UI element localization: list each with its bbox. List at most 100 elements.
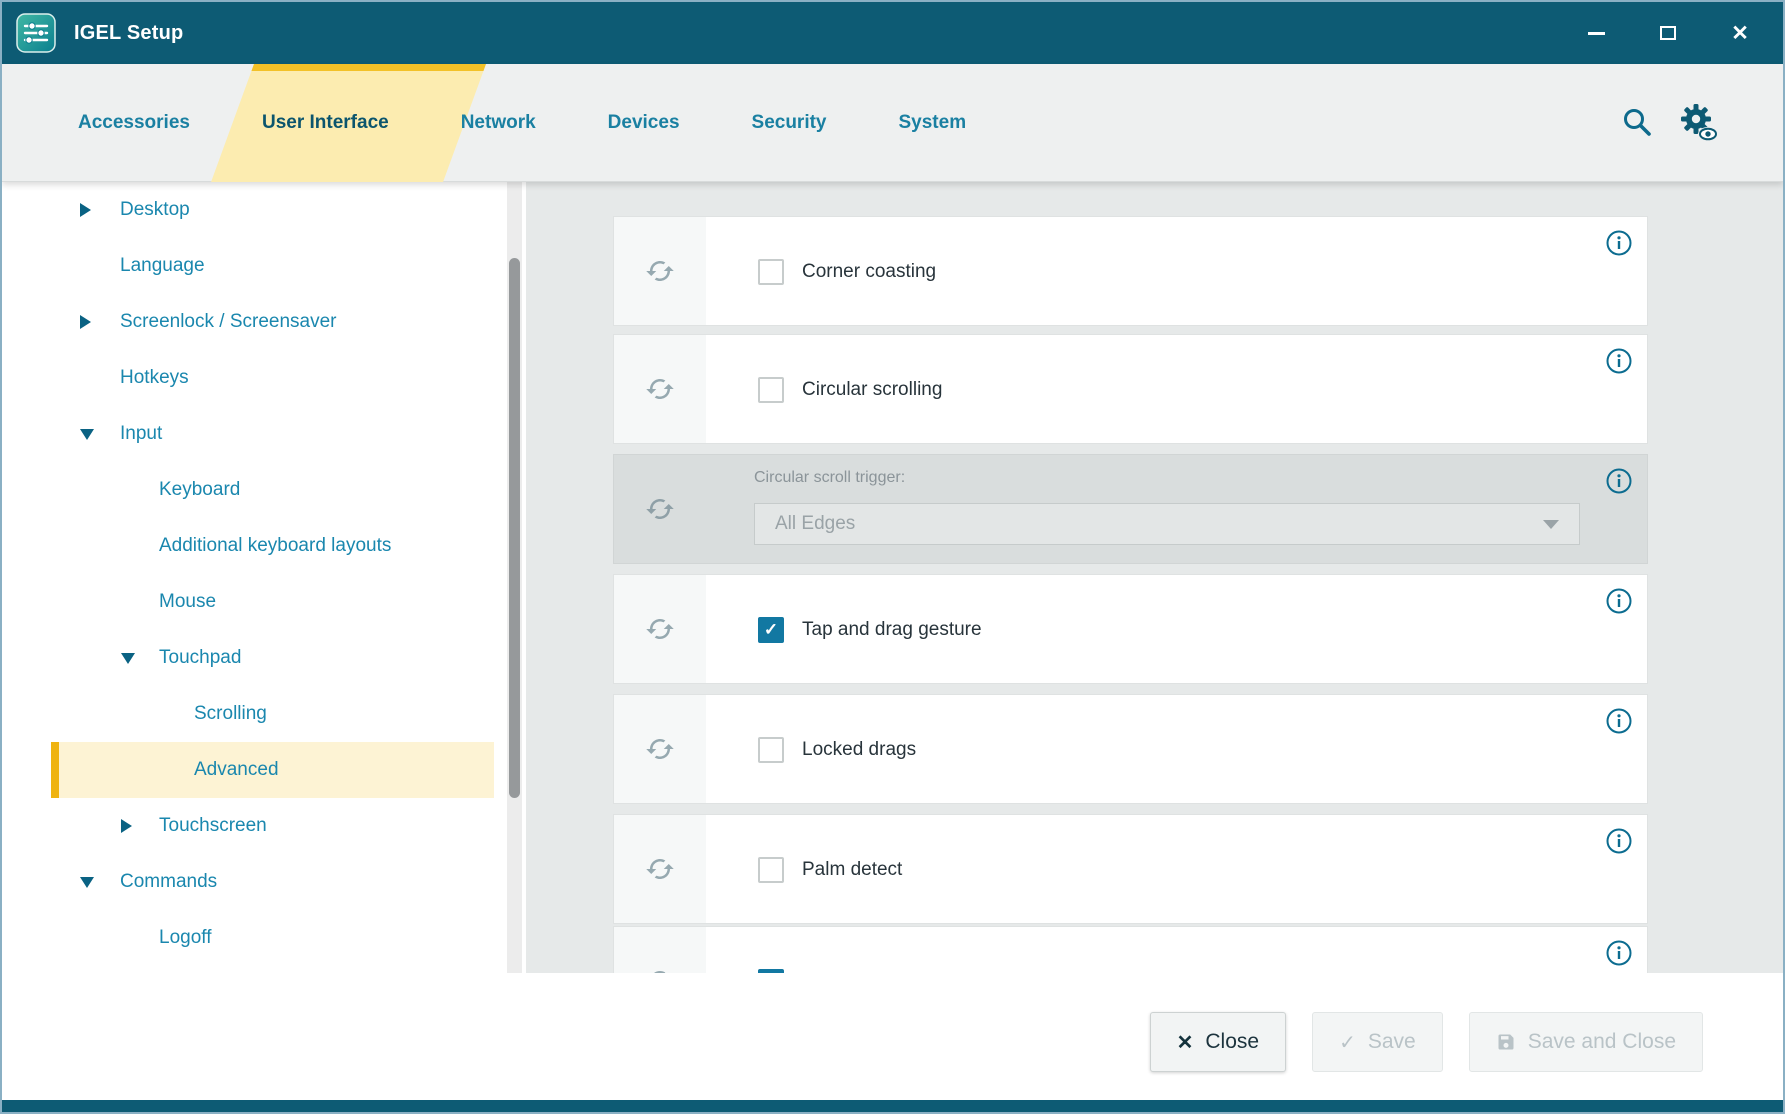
sidebar-item-hotkeys[interactable]: Hotkeys bbox=[2, 350, 526, 406]
app-icon bbox=[16, 13, 56, 53]
checkbox-locked-drags[interactable] bbox=[758, 737, 784, 763]
close-button[interactable]: ✕ Close bbox=[1150, 1012, 1286, 1072]
info-icon[interactable] bbox=[1605, 707, 1633, 735]
setting-row-locked-drags: Locked drags bbox=[613, 694, 1648, 804]
tree-collapsed-icon[interactable] bbox=[80, 203, 91, 217]
tree-expanded-icon[interactable] bbox=[121, 653, 135, 664]
close-icon: ✕ bbox=[1731, 23, 1749, 44]
save-button-label: Save bbox=[1368, 1030, 1416, 1054]
checkbox-palm-detect[interactable] bbox=[758, 857, 784, 883]
info-icon[interactable] bbox=[1605, 827, 1633, 855]
igel-setup-window: IGEL Setup ✕ Accessories User Interface Ne… bbox=[0, 0, 1785, 1114]
reset-parameter-icon[interactable] bbox=[614, 217, 706, 325]
setting-row-tap-and-drag-gesture: ✓Tap and drag gesture bbox=[613, 574, 1648, 684]
floppy-disk-icon bbox=[1496, 1032, 1516, 1052]
circular-scroll-trigger-select[interactable]: All Edges bbox=[754, 503, 1580, 545]
sidebar-item-advanced[interactable]: Advanced bbox=[2, 742, 526, 798]
info-icon[interactable] bbox=[1605, 347, 1633, 375]
maximize-icon bbox=[1660, 26, 1676, 40]
chevron-down-icon bbox=[1543, 520, 1559, 529]
sidebar-nav: Desktop Language Screenlock / Screensaver H… bbox=[2, 182, 526, 973]
close-window-button[interactable]: ✕ bbox=[1727, 20, 1753, 46]
sidebar-item-label: Touchpad bbox=[159, 647, 241, 669]
tab-system[interactable]: System bbox=[899, 112, 967, 134]
tree-collapsed-icon[interactable] bbox=[80, 315, 91, 329]
setting-row-corner-coasting: Corner coasting bbox=[613, 216, 1648, 326]
reset-parameter-icon[interactable] bbox=[614, 815, 706, 923]
search-icon[interactable] bbox=[1619, 104, 1655, 140]
close-x-icon: ✕ bbox=[1177, 1030, 1194, 1055]
sidebar-item-label: Logoff bbox=[159, 927, 211, 949]
info-icon[interactable] bbox=[1605, 939, 1633, 967]
window-bottom-edge bbox=[2, 1100, 1783, 1112]
reset-parameter-icon[interactable] bbox=[614, 695, 706, 803]
sidebar-item-label: Keyboard bbox=[159, 479, 240, 501]
minimize-icon bbox=[1588, 32, 1605, 35]
tree-expanded-icon[interactable] bbox=[80, 429, 94, 440]
reset-parameter-icon[interactable] bbox=[614, 927, 706, 973]
select-value: All Edges bbox=[775, 513, 855, 535]
sidebar-item-language[interactable]: Language bbox=[2, 238, 526, 294]
sidebar-item-label: Advanced bbox=[194, 759, 279, 781]
setting-row-partial: ✓ bbox=[613, 926, 1648, 973]
sidebar-scrollbar[interactable] bbox=[507, 182, 522, 973]
sidebar-item-label: Commands bbox=[120, 871, 217, 893]
sidebar-item-mouse[interactable]: Mouse bbox=[2, 574, 526, 630]
sidebar-item-label: Touchscreen bbox=[159, 815, 267, 837]
sidebar-item-logoff[interactable]: Logoff bbox=[2, 910, 526, 966]
reset-parameter-icon[interactable] bbox=[614, 335, 706, 443]
sidebar-item-label: Additional keyboard layouts bbox=[159, 535, 391, 557]
setting-label: Locked drags bbox=[802, 695, 916, 805]
save-button[interactable]: ✓ Save bbox=[1312, 1012, 1443, 1072]
window-controls: ✕ bbox=[1583, 20, 1783, 46]
setting-row-circular-scroll-trigger: Circular scroll trigger: All Edges bbox=[613, 454, 1648, 564]
checkbox-corner-coasting[interactable] bbox=[758, 259, 784, 285]
sidebar-item-input[interactable]: Input bbox=[2, 406, 526, 462]
sidebar-item-label: Screenlock / Screensaver bbox=[120, 311, 337, 333]
tab-accessories[interactable]: Accessories bbox=[78, 112, 190, 134]
setting-label: Circular scrolling bbox=[802, 335, 942, 445]
sidebar-item-label: Language bbox=[120, 255, 205, 277]
footer-bar: ✕ Close ✓ Save Save and Close bbox=[2, 973, 1783, 1104]
sidebar-item-keyboard[interactable]: Keyboard bbox=[2, 462, 526, 518]
reset-parameter-icon[interactable] bbox=[614, 455, 706, 563]
setup-gear-eye-icon[interactable] bbox=[1675, 100, 1721, 146]
checkbox-tap-and-drag-gesture[interactable]: ✓ bbox=[758, 617, 784, 643]
sidebar-item-screenlock-screensaver[interactable]: Screenlock / Screensaver bbox=[2, 294, 526, 350]
sidebar-item-touchpad[interactable]: Touchpad bbox=[2, 630, 526, 686]
settings-panel: Corner coastingCircular scrollingCircula… bbox=[526, 182, 1783, 973]
close-button-label: Close bbox=[1205, 1030, 1259, 1054]
maximize-button[interactable] bbox=[1655, 20, 1681, 46]
sidebar-item-additional-keyboard-layouts[interactable]: Additional keyboard layouts bbox=[2, 518, 526, 574]
window-title: IGEL Setup bbox=[74, 22, 183, 45]
footer-buttons: ✕ Close ✓ Save Save and Close bbox=[1150, 1012, 1703, 1072]
save-and-close-button-label: Save and Close bbox=[1528, 1030, 1676, 1054]
minimize-button[interactable] bbox=[1583, 20, 1609, 46]
save-and-close-button[interactable]: Save and Close bbox=[1469, 1012, 1703, 1072]
tree-expanded-icon[interactable] bbox=[80, 877, 94, 888]
sidebar-item-desktop[interactable]: Desktop bbox=[2, 182, 526, 238]
setting-row-palm-detect: Palm detect bbox=[613, 814, 1648, 924]
tab-security[interactable]: Security bbox=[752, 112, 827, 134]
info-icon[interactable] bbox=[1605, 229, 1633, 257]
reset-parameter-icon[interactable] bbox=[614, 575, 706, 683]
tab-strip: Accessories User Interface Network Devices S… bbox=[78, 64, 966, 181]
sidebar-item-label: Scrolling bbox=[194, 703, 267, 725]
sidebar-item-label: Desktop bbox=[120, 199, 190, 221]
scrollbar-thumb[interactable] bbox=[509, 258, 520, 798]
sidebar-item-commands[interactable]: Commands bbox=[2, 854, 526, 910]
checkbox-circular-scrolling[interactable] bbox=[758, 377, 784, 403]
info-icon[interactable] bbox=[1605, 467, 1633, 495]
setting-label: Corner coasting bbox=[802, 217, 936, 327]
tabbar: Accessories User Interface Network Devices S… bbox=[2, 64, 1783, 182]
tab-user-interface[interactable]: User Interface bbox=[262, 112, 389, 134]
sidebar-item-label: Hotkeys bbox=[120, 367, 189, 389]
select-label: Circular scroll trigger: bbox=[754, 469, 905, 487]
sidebar-item-scrolling[interactable]: Scrolling bbox=[2, 686, 526, 742]
info-icon[interactable] bbox=[1605, 587, 1633, 615]
tab-network[interactable]: Network bbox=[461, 112, 536, 134]
sidebar-item-touchscreen[interactable]: Touchscreen bbox=[2, 798, 526, 854]
tree-collapsed-icon[interactable] bbox=[121, 819, 132, 833]
check-icon: ✓ bbox=[1339, 1030, 1356, 1055]
tab-devices[interactable]: Devices bbox=[608, 112, 680, 134]
